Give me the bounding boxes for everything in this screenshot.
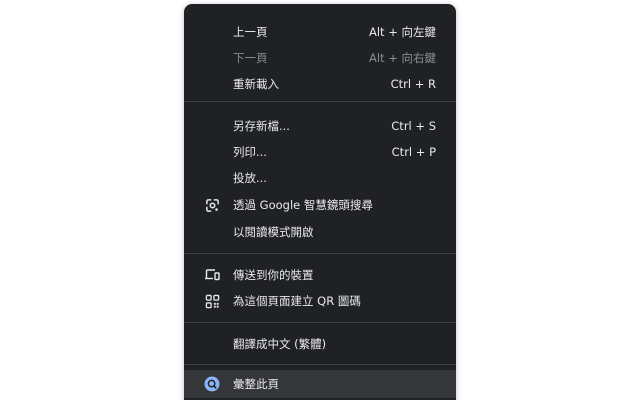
menu-item-shortcut: Ctrl + P: [391, 145, 436, 159]
summarize-icon: [204, 376, 220, 392]
menu-item-shortcut: Alt + 向左鍵: [368, 25, 436, 39]
menu-separator: [184, 364, 456, 365]
menu-item-label: 下一頁: [233, 51, 268, 65]
devices-icon: [204, 267, 220, 283]
menu-item-translate[interactable]: 翻譯成中文 (繁體): [184, 331, 456, 357]
menu-separator: [184, 322, 456, 323]
menu-item-send-to-devices[interactable]: 傳送到你的裝置: [184, 262, 456, 288]
menu-item-label: 彙整此頁: [233, 377, 279, 391]
menu-item-label: 列印...: [233, 145, 267, 159]
menu-item-label: 投放...: [233, 171, 267, 185]
menu-item-google-lens-search[interactable]: 透過 Google 智慧鏡頭搜尋: [184, 192, 456, 218]
qr-code-icon: [204, 293, 220, 309]
menu-item-reading-mode[interactable]: 以閱讀模式開啟: [184, 219, 456, 245]
menu-item-label: 翻譯成中文 (繁體): [233, 337, 327, 351]
menu-item-reload[interactable]: 重新載入 Ctrl + R: [184, 71, 456, 97]
menu-item-label: 上一頁: [233, 25, 268, 39]
menu-item-cast[interactable]: 投放...: [184, 165, 456, 191]
menu-item-save-as[interactable]: 另存新檔... Ctrl + S: [184, 113, 456, 139]
menu-separator: [184, 101, 456, 102]
menu-item-label: 為這個頁面建立 QR 圖碼: [233, 294, 361, 308]
menu-item-label: 重新載入: [233, 77, 279, 91]
menu-item-label: 傳送到你的裝置: [233, 268, 314, 282]
menu-item-create-qr-code[interactable]: 為這個頁面建立 QR 圖碼: [184, 288, 456, 314]
menu-item-print[interactable]: 列印... Ctrl + P: [184, 139, 456, 165]
page: 上一頁 Alt + 向左鍵 下一頁 Alt + 向右鍵 重新載入 Ctrl + …: [0, 0, 640, 400]
menu-item-label: 透過 Google 智慧鏡頭搜尋: [233, 198, 373, 212]
menu-item-shortcut: Ctrl + R: [390, 77, 436, 91]
google-lens-icon: [204, 197, 220, 213]
menu-item-summarize-page[interactable]: 彙整此頁: [184, 370, 456, 398]
context-menu: 上一頁 Alt + 向左鍵 下一頁 Alt + 向右鍵 重新載入 Ctrl + …: [184, 4, 456, 400]
menu-item-back[interactable]: 上一頁 Alt + 向左鍵: [184, 19, 456, 45]
menu-item-label: 另存新檔...: [233, 119, 290, 133]
menu-item-label: 以閱讀模式開啟: [233, 225, 314, 239]
menu-item-shortcut: Alt + 向右鍵: [368, 51, 436, 65]
menu-item-shortcut: Ctrl + S: [391, 119, 436, 133]
menu-separator: [184, 253, 456, 254]
menu-item-forward[interactable]: 下一頁 Alt + 向右鍵: [184, 45, 456, 71]
